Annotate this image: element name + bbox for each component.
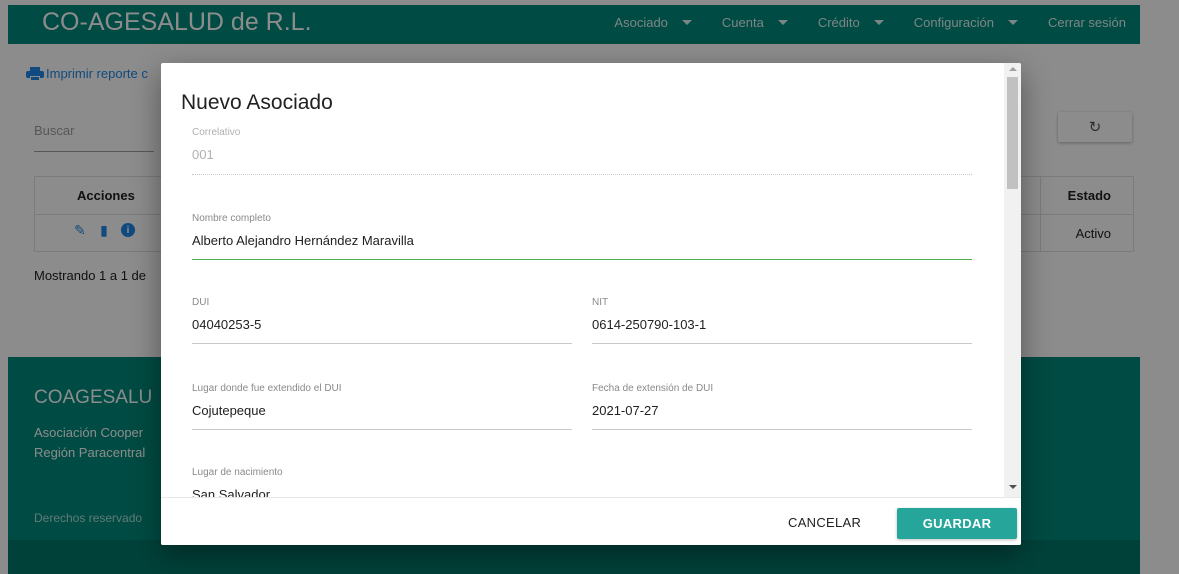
- fecha-dui-field[interactable]: Fecha de extensión de DUI 2021-07-27: [592, 383, 972, 430]
- scrollbar-thumb[interactable]: [1007, 77, 1018, 189]
- lugar-dui-value: Cojutepeque: [192, 403, 266, 418]
- scroll-down-arrow-icon[interactable]: [1009, 485, 1017, 489]
- lugar-dui-field[interactable]: Lugar donde fue extendido el DUI Cojutep…: [192, 383, 572, 430]
- correlativo-field: Correlativo 001: [192, 127, 972, 175]
- nombre-completo-value: Alberto Alejandro Hernández Maravilla: [192, 233, 414, 248]
- dui-value: 04040253-5: [192, 317, 262, 332]
- new-associate-dialog: Nuevo Asociado Correlativo 001 Nombre co…: [161, 63, 1021, 545]
- lugar-nacimiento-value: San Salvador: [192, 487, 271, 497]
- fecha-dui-value: 2021-07-27: [592, 403, 659, 418]
- save-button[interactable]: GUARDAR: [897, 508, 1017, 539]
- nit-field[interactable]: NIT 0614-250790-103-1: [592, 297, 972, 344]
- lugar-dui-label: Lugar donde fue extendido el DUI: [192, 383, 342, 394]
- fecha-dui-label: Fecha de extensión de DUI: [592, 383, 714, 394]
- nit-label: NIT: [592, 297, 609, 308]
- nombre-completo-field[interactable]: Nombre completo Alberto Alejandro Hernán…: [192, 213, 972, 260]
- scroll-up-arrow-icon[interactable]: [1009, 67, 1017, 71]
- dialog-scrollbar[interactable]: [1004, 63, 1021, 497]
- dialog-scroll-area[interactable]: Nuevo Asociado Correlativo 001 Nombre co…: [161, 63, 1021, 497]
- correlativo-value: 001: [192, 147, 214, 162]
- dialog-actions: CANCELAR GUARDAR: [161, 497, 1021, 545]
- nombre-completo-label: Nombre completo: [192, 213, 271, 224]
- nit-value: 0614-250790-103-1: [592, 317, 707, 332]
- cancel-button[interactable]: CANCELAR: [788, 515, 861, 530]
- correlativo-label: Correlativo: [192, 127, 241, 138]
- dui-field[interactable]: DUI 04040253-5: [192, 297, 572, 344]
- dialog-title: Nuevo Asociado: [181, 91, 333, 114]
- lugar-nacimiento-field[interactable]: Lugar de nacimiento San Salvador: [192, 467, 572, 497]
- lugar-nacimiento-label: Lugar de nacimiento: [192, 467, 283, 478]
- dui-label: DUI: [192, 297, 210, 308]
